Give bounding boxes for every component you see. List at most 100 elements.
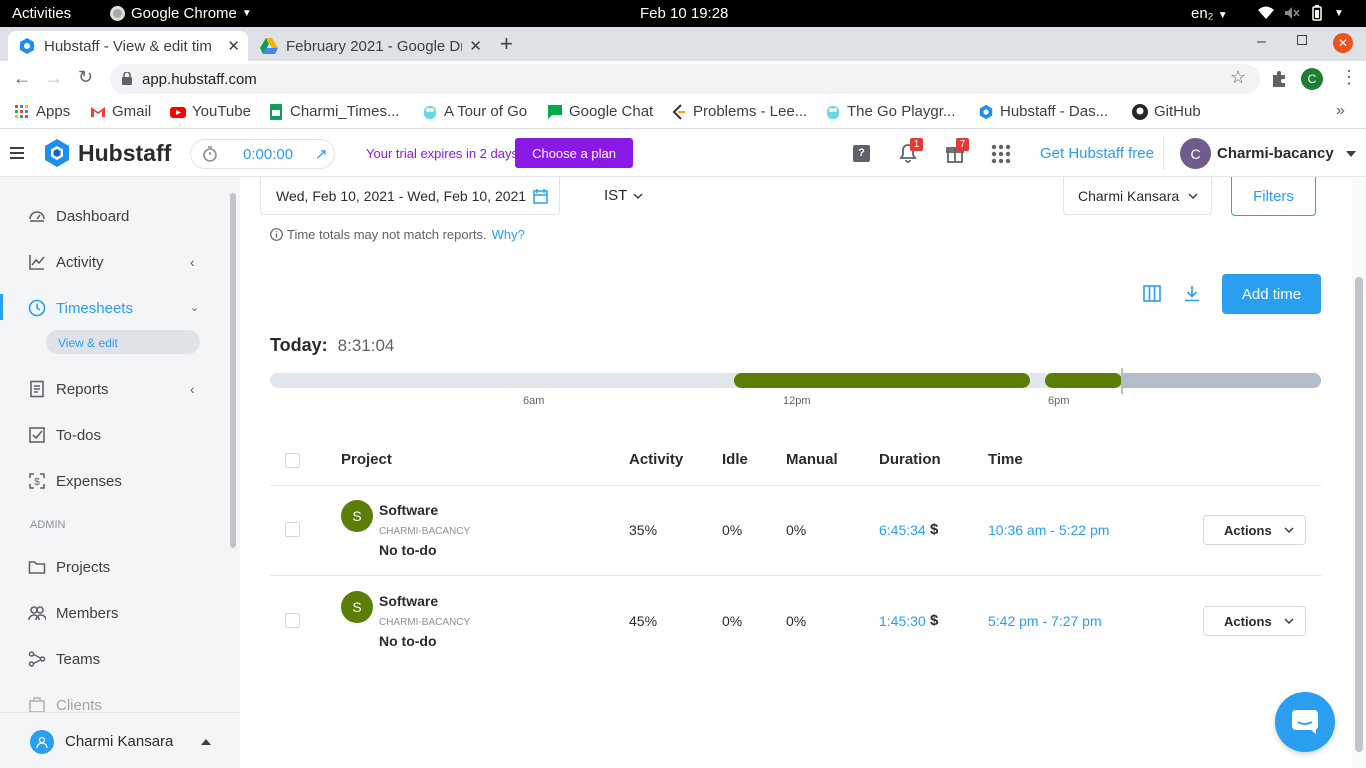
star-bookmark-icon[interactable]: ☆ [1230, 67, 1246, 88]
sidebar-scrollbar-thumb[interactable] [230, 193, 236, 548]
add-time-button[interactable]: Add time [1222, 274, 1321, 314]
bookmark-youtube[interactable]: YouTube [170, 103, 251, 120]
extensions-puzzle-icon[interactable] [1271, 71, 1287, 87]
page-scrollbar-thumb[interactable] [1355, 277, 1363, 752]
sidebar-user-name[interactable]: Charmi Kansara [65, 733, 173, 750]
bookmark-google-chat[interactable]: Google Chat [547, 103, 653, 120]
help-icon[interactable]: ? [853, 145, 870, 162]
admin-section-label: ADMIN [30, 519, 66, 531]
reload-icon[interactable]: ↻ [78, 67, 93, 88]
stopwatch-icon [203, 146, 217, 162]
column-header-manual[interactable]: Manual [786, 451, 838, 468]
sidebar-item-activity[interactable]: Activity [28, 253, 104, 271]
column-header-project[interactable]: Project [341, 451, 392, 468]
whats-new-button[interactable]: 7 [946, 138, 969, 163]
member-select[interactable]: Charmi Kansara [1063, 177, 1212, 215]
info-icon [270, 228, 283, 241]
date-range-picker[interactable]: Wed, Feb 10, 2021 - Wed, Feb 10, 2021 [260, 177, 560, 215]
row-checkbox[interactable] [285, 613, 300, 628]
totals-notice: Time totals may not match reports. Why? [270, 227, 525, 242]
app-grid-icon[interactable] [991, 144, 1011, 164]
bookmark-charmi-timesheet[interactable]: Charmi_Times... [268, 103, 399, 120]
actions-button[interactable]: Actions [1203, 606, 1306, 636]
sidebar-item-reports[interactable]: Reports [28, 380, 109, 398]
close-window-button[interactable]: ✕ [1333, 33, 1353, 53]
timeline-segment[interactable] [734, 373, 1030, 388]
column-header-idle[interactable]: Idle [722, 451, 748, 468]
sidebar-item-members[interactable]: Members [28, 604, 119, 622]
back-arrow-icon[interactable]: ← [13, 68, 31, 89]
project-avatar: S [341, 591, 373, 623]
column-header-activity[interactable]: Activity [629, 451, 683, 468]
time-range[interactable]: 5:42 pm - 7:27 pm [988, 613, 1102, 629]
page-scrollbar[interactable] [1352, 177, 1366, 768]
choose-plan-button[interactable]: Choose a plan [515, 138, 633, 168]
bookmark-go-playground[interactable]: The Go Playgr... [825, 103, 955, 120]
url-text: app.hubstaff.com [142, 71, 257, 88]
sidebar-item-dashboard[interactable]: Dashboard [28, 207, 129, 225]
tab-hubstaff[interactable]: Hubstaff - View & edit tim ✕ [8, 31, 248, 61]
caret-up-icon[interactable] [201, 739, 211, 745]
sidebar: Dashboard Activity ‹ Timesheets ⌄ View &… [0, 177, 240, 768]
sidebar-item-timesheets[interactable]: Timesheets [28, 299, 133, 317]
clock[interactable]: Feb 10 19:28 [640, 5, 728, 22]
why-link[interactable]: Why? [492, 227, 525, 242]
actions-button[interactable]: Actions [1203, 515, 1306, 545]
bookmark-hubstaff-dashboard[interactable]: Hubstaff - Das... [978, 103, 1108, 120]
youtube-icon [170, 106, 186, 118]
app-menu[interactable]: Google Chrome ▼ [110, 5, 252, 22]
column-header-time[interactable]: Time [988, 451, 1023, 468]
chrome-profile-avatar[interactable]: C [1301, 68, 1323, 90]
bookmarks-overflow-chevron-icon[interactable]: » [1336, 102, 1345, 120]
timeline-tick-label: 6am [523, 395, 545, 407]
sidebar-item-projects[interactable]: Projects [28, 558, 110, 576]
expenses-icon: $ [29, 473, 45, 489]
get-hubstaff-free-link[interactable]: Get Hubstaff free [1040, 145, 1154, 162]
hamburger-menu-icon[interactable] [10, 147, 24, 159]
download-icon[interactable] [1184, 285, 1200, 302]
close-tab-icon[interactable]: ✕ [227, 37, 240, 55]
timeline-segment[interactable] [1045, 373, 1122, 388]
sidebar-scrollbar[interactable] [226, 177, 240, 712]
sidebar-item-expenses[interactable]: $ Expenses [28, 472, 122, 490]
columns-icon[interactable] [1143, 285, 1161, 302]
todo-name: No to-do [379, 542, 437, 558]
select-all-checkbox[interactable] [285, 453, 300, 468]
support-chat-button[interactable] [1275, 692, 1335, 752]
sidebar-item-teams[interactable]: Teams [28, 650, 100, 668]
tab-google-drive[interactable]: February 2021 - Google Dr ✕ [250, 31, 490, 61]
bookmark-apps[interactable]: Apps [14, 103, 70, 120]
language-indicator[interactable]: en₂ ▼ [1191, 5, 1228, 22]
new-tab-button[interactable]: + [500, 31, 513, 57]
sidebar-subitem-view-edit[interactable]: View & edit [46, 330, 200, 354]
close-tab-icon[interactable]: ✕ [469, 37, 482, 55]
bookmark-tour-of-go[interactable]: A Tour of Go [422, 103, 527, 120]
address-bar[interactable]: app.hubstaff.com ☆ [110, 64, 1260, 94]
maximize-button[interactable] [1297, 35, 1307, 45]
chrome-menu-icon[interactable]: ⋮ [1340, 67, 1358, 88]
system-status-area[interactable]: ▼ [1258, 5, 1344, 21]
hubstaff-logo[interactable]: Hubstaff [42, 138, 171, 168]
open-timer-arrow-icon[interactable]: ↗ [315, 145, 328, 163]
row-checkbox[interactable] [285, 522, 300, 537]
filters-button[interactable]: Filters [1231, 177, 1316, 216]
duration-value[interactable]: 1:45:30 [879, 613, 926, 629]
time-range[interactable]: 10:36 am - 5:22 pm [988, 522, 1109, 538]
timezone-select[interactable]: IST [604, 187, 643, 204]
bookmark-github[interactable]: GitHub [1132, 103, 1201, 120]
reports-icon [30, 380, 44, 398]
activities-button[interactable]: Activities [12, 5, 71, 22]
minimize-button[interactable]: – [1257, 33, 1266, 51]
user-avatar-icon [30, 730, 54, 754]
bookmark-leetcode[interactable]: Problems - Lee... [671, 103, 807, 120]
timer-widget[interactable]: 0:00:00 ↗ [190, 139, 335, 169]
idle-value: 0% [722, 613, 743, 629]
duration-value[interactable]: 6:45:34 [879, 522, 926, 538]
sidebar-item-todos[interactable]: To-dos [28, 426, 101, 444]
forward-arrow-icon[interactable]: → [45, 68, 63, 89]
bookmark-gmail[interactable]: Gmail [90, 103, 151, 120]
user-menu[interactable]: C Charmi-bacancy [1180, 138, 1356, 169]
column-header-duration[interactable]: Duration [879, 451, 941, 468]
notifications-button[interactable]: 1 [899, 138, 923, 163]
activity-value: 35% [629, 522, 658, 538]
